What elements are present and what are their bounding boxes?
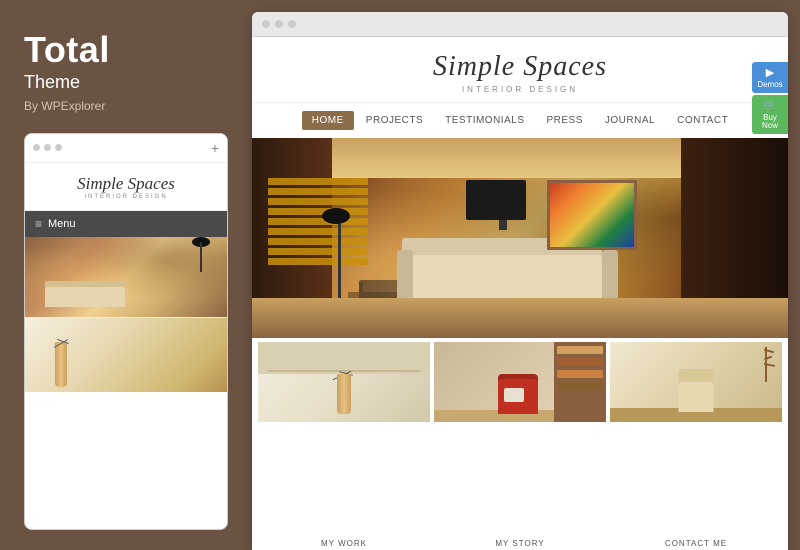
nav-item-press[interactable]: PRESS — [537, 111, 593, 130]
phone-bottom-image — [25, 317, 227, 392]
demos-button[interactable]: ▶ Demos — [752, 62, 788, 93]
sidebar-by: By WPExplorer — [24, 99, 228, 113]
nav-item-home[interactable]: HOME — [302, 111, 354, 130]
hero-tv — [466, 180, 526, 220]
cart-icon: 🛒 — [763, 99, 777, 112]
phone-lamp — [200, 242, 202, 272]
hero-lamp-pole — [338, 220, 341, 300]
thumb-bookshelf — [554, 342, 606, 422]
site-logo-sub: INTERIOR DESIGN — [252, 85, 788, 94]
thumb-image-3 — [610, 342, 782, 536]
thumbnail-row: MY WORK — [252, 338, 788, 550]
browser-dot-3 — [288, 20, 296, 28]
browser-dot-1 — [262, 20, 270, 28]
side-buttons: ▶ Demos 🛒 Buy Now — [752, 62, 788, 134]
phone-logo-text: Simple Spaces — [35, 175, 217, 194]
thumbnail-my-story[interactable]: MY STORY — [434, 342, 606, 550]
phone-top-bar: + — [25, 134, 227, 163]
site-header: Simple Spaces INTERIOR DESIGN — [252, 37, 788, 103]
demos-label: Demos — [757, 81, 782, 89]
thumb-image-2 — [434, 342, 606, 536]
phone-dot-2 — [44, 144, 51, 151]
phone-plus-button[interactable]: + — [211, 140, 219, 156]
phone-hero-image — [25, 237, 227, 317]
thumb-label-2: MY STORY — [434, 536, 606, 550]
nav-item-projects[interactable]: PROJECTS — [356, 111, 433, 130]
demos-icon: ▶ — [766, 66, 774, 79]
phone-logo-sub: INTERIOR DESIGN — [35, 194, 217, 200]
nav-item-journal[interactable]: JOURNAL — [595, 111, 665, 130]
thumb-label-1: MY WORK — [258, 536, 430, 550]
hero-sofa-arm-right — [602, 250, 618, 300]
phone-mockup: + Simple Spaces INTERIOR DESIGN ≡ Menu — [24, 133, 228, 530]
hero-sofa — [402, 255, 602, 300]
browser-window: ▶ Demos 🛒 Buy Now Simple Spaces INTERIOR… — [252, 12, 788, 550]
browser-titlebar — [252, 12, 788, 37]
sidebar-title: Total — [24, 30, 228, 70]
phone-dot-1 — [33, 144, 40, 151]
hero-floor — [252, 298, 788, 338]
hero-tv-stand — [499, 220, 507, 230]
thumb-label-3: CONTACT ME — [610, 536, 782, 550]
sidebar: Total Theme By WPExplorer + Simple Space… — [0, 0, 248, 550]
buy-now-button[interactable]: 🛒 Buy Now — [752, 95, 788, 134]
sidebar-subtitle: Theme — [24, 72, 228, 93]
hero-image — [252, 138, 788, 338]
hero-lamp-shade — [322, 208, 350, 224]
browser-dot-2 — [275, 20, 283, 28]
nav-item-testimonials[interactable]: TESTIMONIALS — [435, 111, 534, 130]
thumbnail-my-work[interactable]: MY WORK — [258, 342, 430, 550]
site-nav: HOME PROJECTS TESTIMONIALS PRESS JOURNAL… — [252, 103, 788, 138]
thumb-image-1 — [258, 342, 430, 536]
phone-menu-bar[interactable]: ≡ Menu — [25, 211, 227, 237]
nav-item-contact[interactable]: CONTACT — [667, 111, 738, 130]
thumbnail-contact-me[interactable]: CONTACT ME — [610, 342, 782, 550]
hero-sofa-arm-left — [397, 250, 413, 300]
site-logo: Simple Spaces — [252, 51, 788, 83]
phone-menu-label: Menu — [48, 218, 76, 230]
hero-painting — [547, 180, 637, 250]
buy-label: Buy Now — [755, 114, 785, 130]
phone-dot-3 — [55, 144, 62, 151]
phone-logo-area: Simple Spaces INTERIOR DESIGN — [25, 163, 227, 212]
website-content: Simple Spaces INTERIOR DESIGN HOME PROJE… — [252, 37, 788, 550]
hamburger-icon: ≡ — [35, 217, 42, 231]
hero-blinds — [268, 178, 368, 288]
